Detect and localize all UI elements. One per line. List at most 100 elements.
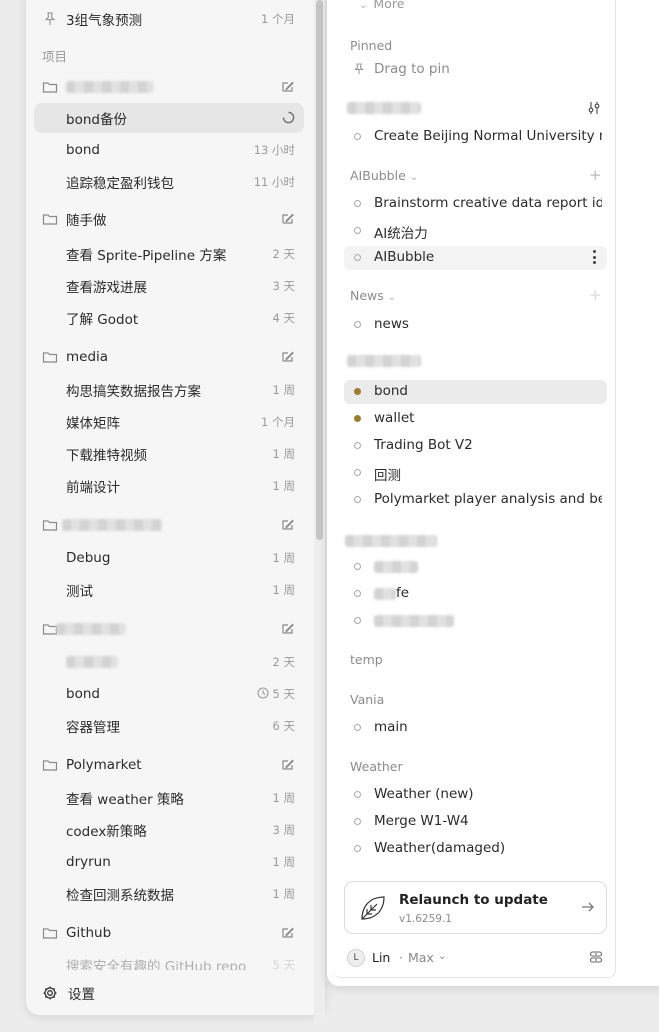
thread-item[interactable]: news: [344, 313, 607, 337]
group-header-aibubble[interactable]: AIBubble ⌄: [350, 168, 418, 183]
clock-icon: [256, 687, 269, 699]
edit-icon[interactable]: [281, 758, 295, 772]
pin-drop-zone[interactable]: Drag to pin: [344, 58, 607, 82]
group-title: News: [350, 288, 384, 303]
thread-status-dot: [354, 845, 361, 852]
project-folder[interactable]: Polymarket: [34, 750, 304, 780]
thread-time: 3 天: [272, 279, 295, 293]
thread-item[interactable]: [344, 555, 607, 579]
project-folder[interactable]: [34, 510, 304, 540]
thread-time: 3 周: [272, 823, 295, 837]
account-switcher[interactable]: L Lin · Max ⌄: [347, 948, 607, 968]
edit-icon[interactable]: [281, 80, 295, 94]
thread-item[interactable]: AIBubble: [344, 246, 607, 270]
thread-item[interactable]: 检查回测系统数据 1 周: [34, 879, 304, 909]
thread-item[interactable]: 测试 1 周: [34, 575, 304, 605]
thread-item[interactable]: 查看 weather 策略 1 周: [34, 783, 304, 813]
thread-item[interactable]: 查看 Sprite-Pipeline 方案 2 天: [34, 239, 304, 269]
thread-item[interactable]: [344, 609, 607, 633]
thread-list-window: ⌄ More Pinned Drag to pin Create Beijing …: [327, 0, 659, 986]
thread-status-dot: [354, 469, 361, 476]
thread-item[interactable]: 追踪稳定盈利钱包 11 小时: [34, 167, 304, 197]
thread-title: main: [374, 719, 408, 735]
more-options-icon[interactable]: [593, 250, 597, 264]
thread-item[interactable]: AI统治力: [344, 219, 607, 243]
thread-item[interactable]: 查看游戏进展 3 天: [34, 271, 304, 301]
thread-item[interactable]: wallet: [344, 407, 607, 431]
more-toggle[interactable]: ⌄ More: [359, 0, 404, 11]
thread-time: 1 个月: [261, 12, 295, 26]
thread-time: 2 天: [272, 247, 295, 261]
edit-icon[interactable]: [281, 350, 295, 364]
thread-title: 前端设计: [66, 480, 120, 496]
edit-icon[interactable]: [281, 622, 295, 636]
thread-title: Merge W1-W4: [374, 813, 469, 829]
thread-item[interactable]: Debug 1 周: [34, 543, 304, 573]
user-plan: Max: [408, 950, 434, 965]
folder-icon: [42, 211, 58, 227]
edit-icon[interactable]: [281, 212, 295, 226]
thread-item[interactable]: codex新策略 3 周: [34, 815, 304, 845]
redacted-group-title: [347, 355, 421, 367]
thread-item[interactable]: bond: [344, 380, 607, 404]
thread-item[interactable]: bond 5 天: [34, 679, 304, 709]
thread-item[interactable]: 前端设计 1 周: [34, 471, 304, 501]
thread-item[interactable]: main: [344, 716, 607, 740]
thread-item[interactable]: Merge W1-W4: [344, 810, 607, 834]
group-header-news[interactable]: News ⌄: [350, 288, 396, 303]
edit-icon[interactable]: [281, 518, 295, 532]
edit-icon[interactable]: [281, 926, 295, 940]
group-header-weather[interactable]: Weather: [350, 759, 403, 774]
thread-item[interactable]: 2 天: [34, 647, 304, 677]
thread-item[interactable]: 下载推特视频 1 周: [34, 439, 304, 469]
thread-status-dot: [354, 442, 361, 449]
add-thread-icon[interactable]: +: [589, 286, 602, 304]
thread-status-dot: [354, 563, 361, 570]
thread-item[interactable]: Trading Bot V2: [344, 434, 607, 458]
layout-icon[interactable]: [589, 950, 603, 964]
thread-item[interactable]: fe: [344, 582, 607, 606]
thread-status-dot: [354, 724, 361, 731]
thread-item[interactable]: Create Beijing Normal University math: [344, 125, 607, 149]
thread-item[interactable]: 3组气象预测 1 个月: [34, 4, 304, 34]
thread-item[interactable]: Weather (new): [344, 783, 607, 807]
chevron-down-icon: ⌄: [438, 951, 447, 962]
thread-item[interactable]: bond 13 小时: [34, 135, 304, 165]
chevron-down-icon: ⌄: [359, 0, 368, 11]
project-folder[interactable]: 随手做: [34, 204, 304, 234]
project-folder[interactable]: [34, 614, 304, 644]
thread-item[interactable]: dryrun 1 周: [34, 847, 304, 877]
thread-title: Weather (new): [374, 786, 474, 802]
project-folder[interactable]: media: [34, 342, 304, 372]
thread-status-dot: [354, 321, 361, 328]
folder-name: 随手做: [66, 213, 107, 229]
thread-title: fe: [396, 585, 410, 601]
sidebar-scrollbar-thumb[interactable]: [316, 0, 323, 540]
folder-name: Github: [66, 925, 112, 941]
avatar: L: [347, 949, 365, 967]
group-header-temp[interactable]: temp: [350, 652, 383, 667]
relaunch-update-card[interactable]: Relaunch to update v1.6259.1: [344, 881, 607, 934]
thread-item[interactable]: 媒体矩阵 1 个月: [34, 407, 304, 437]
thread-item[interactable]: 了解 Godot 4 天: [34, 303, 304, 333]
thread-status-dot: [354, 133, 361, 140]
thread-title: 容器管理: [66, 720, 120, 736]
folder-icon: [42, 349, 58, 365]
thread-time: 1 周: [272, 447, 295, 461]
thread-item[interactable]: 构思搞笑数据报告方案 1 周: [34, 375, 304, 405]
add-thread-icon[interactable]: +: [589, 166, 602, 184]
thread-item[interactable]: Brainstorm creative data report ideas: [344, 192, 607, 216]
thread-item[interactable]: bond备份: [34, 103, 304, 133]
sliders-icon[interactable]: [587, 100, 601, 114]
project-folder[interactable]: Github: [34, 918, 304, 948]
settings-button[interactable]: 设置: [34, 978, 304, 1008]
thread-item[interactable]: 容器管理 6 天: [34, 711, 304, 741]
thread-title: 检查回测系统数据: [66, 888, 174, 904]
folder-name: Polymarket: [66, 757, 142, 773]
thread-item[interactable]: 回测: [344, 461, 607, 485]
folder-icon: [42, 517, 58, 533]
project-folder[interactable]: [34, 72, 304, 102]
thread-item[interactable]: Weather(damaged): [344, 837, 607, 861]
group-header-vania[interactable]: Vania: [350, 692, 384, 707]
thread-item[interactable]: Polymarket player analysis and betting: [344, 488, 607, 512]
